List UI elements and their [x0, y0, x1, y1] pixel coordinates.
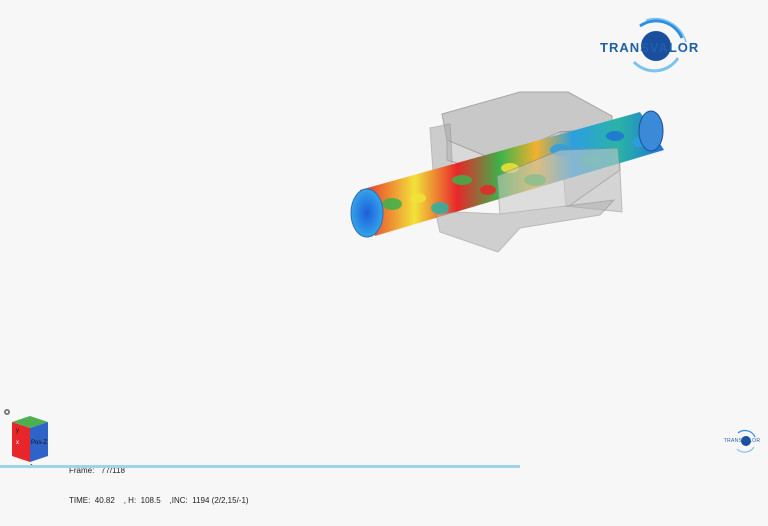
- mini-transvalor-logo: TRANSVALOR: [722, 428, 762, 456]
- billet-end-cap: [350, 188, 384, 238]
- inc-label: ,INC:: [169, 496, 188, 505]
- logo-text: TRANSVALOR: [600, 40, 700, 55]
- h-label: , H:: [123, 496, 137, 505]
- triad-axis-x: x: [16, 440, 19, 446]
- time-value: 40.82: [94, 496, 115, 505]
- gear-icon[interactable]: [4, 409, 10, 415]
- simulation-status: Frame: 77/118 TIME: 40.82 , H: 108.5 ,IN…: [69, 446, 249, 526]
- time-label: TIME:: [69, 496, 91, 505]
- inc-value: 1194 (2/2,15/-1): [192, 496, 249, 505]
- triad-axis-y: y: [16, 428, 19, 434]
- h-value: 108.5: [140, 496, 161, 505]
- mini-logo-text: TRANSVALOR: [723, 438, 761, 444]
- simulation-viewport[interactable]: TRANSVALOR Pos-Z x y z Frame: 77/118 TIM…: [0, 0, 768, 505]
- triad-side-face: [12, 422, 30, 462]
- billet-far-cap: [638, 110, 664, 152]
- triad-face-label: Pos-Z: [31, 440, 47, 446]
- time-row: TIME: 40.82 , H: 108.5 ,INC: 1194 (2/2,1…: [69, 496, 249, 506]
- orientation-triad[interactable]: Pos-Z x y z: [2, 404, 54, 469]
- transvalor-logo: TRANSVALOR: [590, 12, 720, 78]
